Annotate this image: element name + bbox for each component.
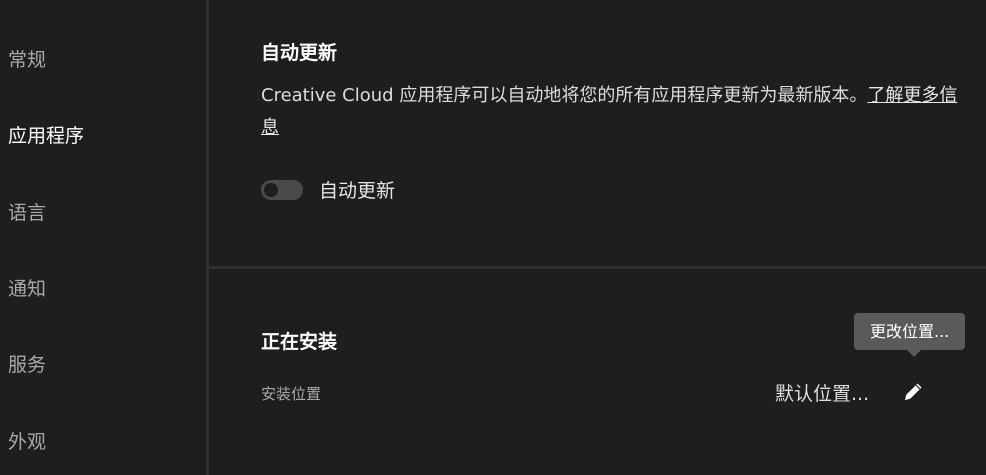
section-divider	[209, 266, 986, 269]
auto-update-toggle[interactable]	[261, 180, 303, 200]
sidebar-item-general[interactable]: 常规	[8, 45, 46, 72]
change-location-tooltip: 更改位置...	[854, 313, 966, 350]
sidebar: 常规 应用程序 语言 通知 服务 外观	[0, 0, 206, 475]
auto-update-toggle-label: 自动更新	[319, 180, 396, 202]
main-panel: 自动更新 Creative Cloud 应用程序可以自动地将您的所有应用程序更新…	[209, 0, 986, 475]
preferences-window: 常规 应用程序 语言 通知 服务 外观 自动更新 Creative Cloud …	[0, 0, 986, 475]
auto-update-description-text: Creative Cloud 应用程序可以自动地将您的所有应用程序更新为最新版本…	[261, 85, 868, 106]
installing-title: 正在安装	[261, 331, 338, 353]
pencil-icon	[905, 383, 922, 400]
tooltip-arrow	[907, 350, 921, 357]
sidebar-item-notifications[interactable]: 通知	[8, 274, 46, 301]
toggle-knob	[264, 183, 278, 197]
auto-update-description: Creative Cloud 应用程序可以自动地将您的所有应用程序更新为最新版本…	[261, 80, 961, 144]
sidebar-item-language[interactable]: 语言	[8, 198, 46, 225]
sidebar-item-services[interactable]: 服务	[8, 350, 46, 377]
auto-update-title: 自动更新	[261, 42, 338, 64]
install-location-value: 默认位置...	[775, 383, 870, 405]
install-location-label: 安装位置	[261, 385, 322, 403]
edit-location-button[interactable]	[899, 378, 927, 406]
sidebar-item-apps[interactable]: 应用程序	[8, 121, 84, 148]
sidebar-item-appearance[interactable]: 外观	[8, 427, 46, 454]
